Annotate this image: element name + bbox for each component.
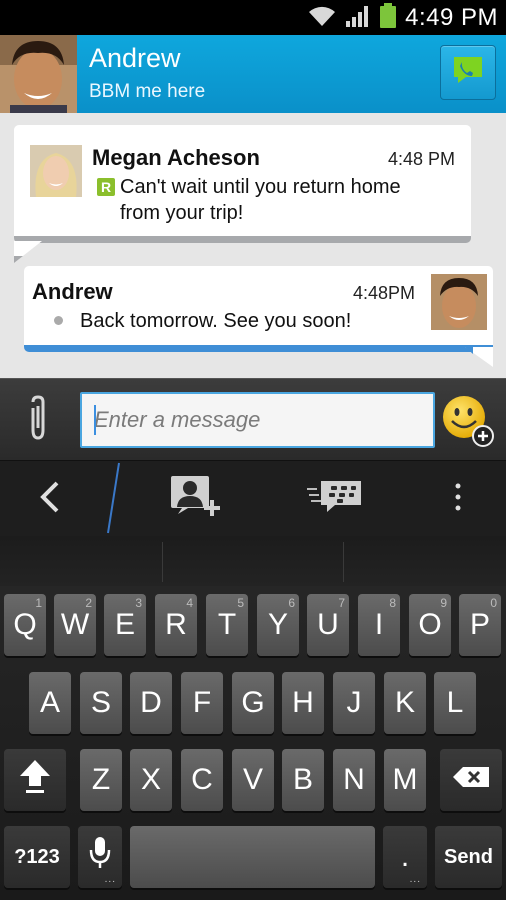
key-o[interactable]: O9	[409, 594, 451, 656]
key-z[interactable]: Z	[80, 749, 122, 811]
chat-header: Andrew BBM me here	[0, 35, 506, 113]
key-u[interactable]: U7	[307, 594, 349, 656]
key-x[interactable]: X	[130, 749, 172, 811]
outgoing-bubble-tail	[465, 347, 493, 367]
text-caret	[94, 405, 96, 435]
key-c[interactable]: C	[181, 749, 223, 811]
message-text-line1: Can't wait until you return home	[120, 176, 401, 198]
suggestion-strip[interactable]	[0, 536, 506, 586]
wifi-icon	[307, 4, 337, 33]
incoming-bubble-tail	[14, 241, 42, 263]
read-status-badge: R	[97, 178, 115, 196]
invite-contact-button[interactable]	[160, 461, 230, 537]
phone-chat-icon	[452, 55, 484, 90]
attach-button[interactable]	[18, 394, 58, 447]
suggestion-divider	[343, 542, 344, 582]
own-avatar	[431, 274, 487, 330]
add-contact-icon	[168, 474, 222, 525]
microphone-icon	[89, 836, 111, 878]
outgoing-message-bubble[interactable]: Andrew 4:48PM Back tomorrow. See you soo…	[24, 266, 493, 352]
toolbar-divider	[107, 462, 120, 534]
key-w[interactable]: W2	[54, 594, 96, 656]
key-i[interactable]: I8	[358, 594, 400, 656]
bbm-button[interactable]	[300, 461, 370, 537]
key-a[interactable]: A	[29, 672, 71, 734]
more-options-dots: ...	[409, 874, 421, 885]
status-bar: 4:49 PM	[0, 0, 506, 35]
space-key[interactable]	[130, 826, 375, 888]
battery-icon	[379, 2, 397, 34]
key-d[interactable]: D	[130, 672, 172, 734]
period-key[interactable]: . ...	[383, 826, 427, 888]
key-j[interactable]: J	[333, 672, 375, 734]
message-text-line2: from your trip!	[120, 202, 244, 224]
backspace-icon	[451, 763, 491, 797]
key-v[interactable]: V	[232, 749, 274, 811]
sender-avatar	[30, 145, 82, 197]
conversation-area: Megan Acheson 4:48 PM R Can't wait until…	[0, 113, 506, 378]
status-time: 4:49 PM	[405, 4, 498, 31]
message-time: 4:48PM	[353, 283, 416, 303]
keyboard: Q1 W2 E3 R4 T5 Y6 U7 I8 O9 P0 A S D F G …	[0, 586, 506, 900]
smiley-plus-icon	[440, 396, 496, 453]
send-key[interactable]: Send	[435, 826, 502, 888]
overflow-menu-button[interactable]	[440, 461, 476, 537]
key-b[interactable]: B	[282, 749, 324, 811]
key-t[interactable]: T5	[206, 594, 248, 656]
key-l[interactable]: L	[434, 672, 476, 734]
chevron-left-icon	[38, 480, 62, 519]
key-r[interactable]: R4	[155, 594, 197, 656]
signal-icon	[345, 4, 371, 33]
message-sender: Andrew	[32, 279, 113, 304]
paperclip-icon	[25, 394, 51, 447]
message-sender: Megan Acheson	[92, 145, 260, 170]
more-vertical-icon	[454, 482, 462, 517]
delivery-status-dot	[54, 316, 63, 325]
key-s[interactable]: S	[80, 672, 122, 734]
message-text: Back tomorrow. See you soon!	[80, 310, 352, 332]
emoticon-button[interactable]	[440, 393, 496, 449]
key-y[interactable]: Y6	[257, 594, 299, 656]
back-button[interactable]	[20, 461, 80, 537]
suggestion-divider	[162, 542, 163, 582]
key-e[interactable]: E3	[104, 594, 146, 656]
key-g[interactable]: G	[232, 672, 274, 734]
contact-name: Andrew	[89, 43, 181, 73]
message-input[interactable]	[80, 392, 435, 448]
symbols-key[interactable]: ?123	[4, 826, 70, 888]
status-icons: 4:49 PM	[307, 2, 498, 34]
message-time: 4:48 PM	[388, 149, 456, 169]
key-p[interactable]: P0	[459, 594, 501, 656]
key-m[interactable]: M	[384, 749, 426, 811]
voice-chat-button[interactable]	[440, 45, 496, 100]
contact-status: BBM me here	[89, 81, 206, 102]
contact-avatar[interactable]	[0, 35, 77, 113]
more-options-dots: ...	[104, 874, 116, 885]
key-q[interactable]: Q1	[4, 594, 46, 656]
composer-bar	[0, 378, 506, 460]
incoming-message-bubble[interactable]: Megan Acheson 4:48 PM R Can't wait until…	[14, 125, 471, 243]
key-k[interactable]: K	[384, 672, 426, 734]
key-f[interactable]: F	[181, 672, 223, 734]
voice-input-key[interactable]: ...	[78, 826, 122, 888]
bbm-logo-icon	[305, 477, 365, 522]
key-n[interactable]: N	[333, 749, 375, 811]
keyboard-toolbar	[0, 460, 506, 536]
backspace-key[interactable]	[440, 749, 502, 811]
shift-key[interactable]	[4, 749, 66, 811]
key-h[interactable]: H	[282, 672, 324, 734]
shift-arrow-icon	[18, 758, 52, 802]
